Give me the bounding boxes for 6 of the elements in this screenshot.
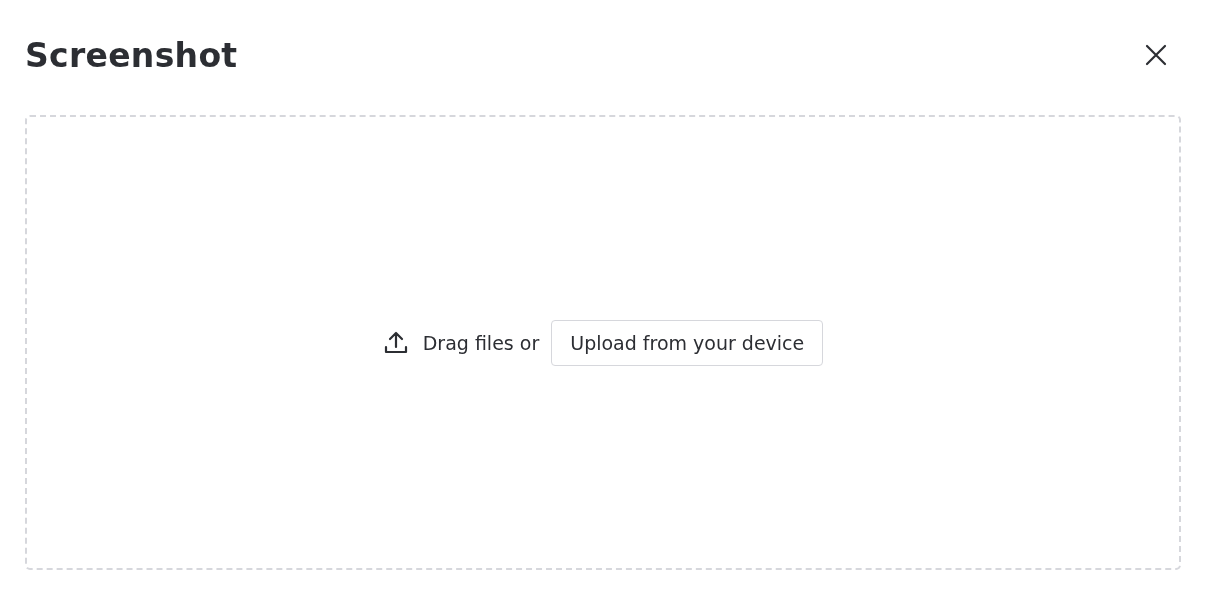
upload-icon: [382, 329, 409, 356]
drag-files-text: Drag files or: [422, 331, 540, 354]
drop-zone[interactable]: Drag files or Upload from your device: [25, 115, 1181, 570]
dialog-title: Screenshot: [25, 35, 238, 75]
close-icon[interactable]: [1145, 44, 1167, 66]
upload-button[interactable]: Upload from your device: [551, 319, 824, 366]
